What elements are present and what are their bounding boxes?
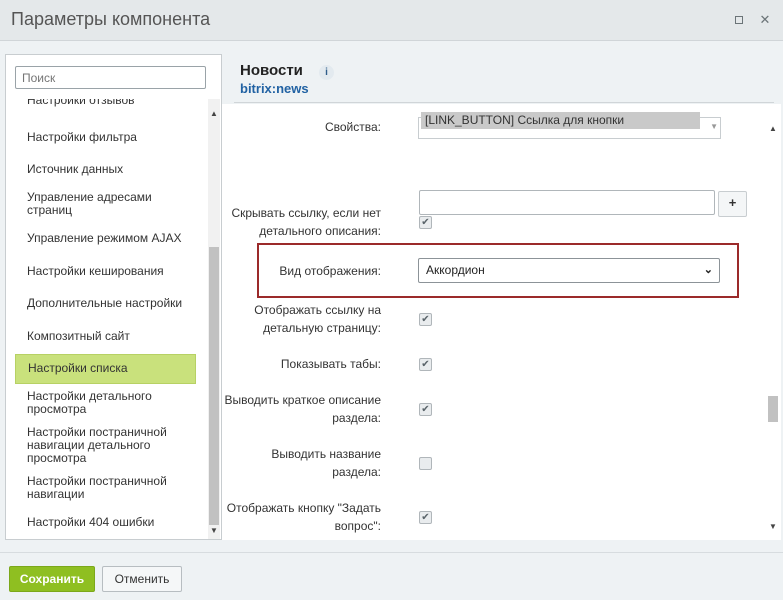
sidebar-item-filter[interactable]: Настройки фильтра xyxy=(15,131,196,144)
info-icon[interactable]: i xyxy=(319,65,334,80)
divider xyxy=(234,102,774,103)
sidebar-item-404[interactable]: Настройки 404 ошибки xyxy=(15,516,196,529)
sidebar-list: Настройки отзывов Настройки фильтра Исто… xyxy=(6,99,206,539)
show-ask-button-label: Отображать кнопку "Задать вопрос": xyxy=(226,501,381,533)
close-icon[interactable]: ✕ xyxy=(759,13,771,26)
sidebar-item-list-settings[interactable]: Настройки списка xyxy=(15,354,196,384)
sidebar-item-data-source[interactable]: Источник данных xyxy=(15,163,196,176)
show-tabs-label: Показывать табы: xyxy=(280,357,381,371)
view-mode-value: Аккордион xyxy=(426,263,485,277)
hide-link-label: Скрывать ссылку, если нет детального опи… xyxy=(231,206,381,238)
show-detail-link-label: Отображать ссылку на детальную страницу: xyxy=(254,303,381,335)
show-ask-button-checkbox[interactable]: ✔ xyxy=(419,511,432,524)
show-section-name-checkbox[interactable] xyxy=(419,457,432,470)
scrollbar-thumb[interactable] xyxy=(768,396,778,422)
dialog-title: Параметры компонента xyxy=(11,9,211,29)
sidebar-item-pagination[interactable]: Настройки постраничной навигации xyxy=(15,475,196,501)
scroll-up-icon[interactable]: ▲ xyxy=(210,109,218,118)
save-button[interactable]: Сохранить xyxy=(9,566,95,592)
chevron-down-icon: ▼ xyxy=(710,122,718,131)
add-property-button[interactable]: + xyxy=(718,191,747,217)
scrollbar-thumb[interactable] xyxy=(209,247,219,525)
dialog-footer: Сохранить Отменить xyxy=(0,552,783,600)
properties-multiselect[interactable]: [LINK_BUTTON] Ссылка для кнопки ▼ xyxy=(418,112,721,139)
main-panel: Новости i bitrix:news Свойства: [LINK_BU… xyxy=(222,54,783,540)
component-params-dialog: Параметры компонента ✕ Настройки отзывов… xyxy=(0,0,783,600)
cancel-button[interactable]: Отменить xyxy=(102,566,182,592)
sidebar-item-ajax[interactable]: Управление режимом AJAX xyxy=(15,232,196,245)
form-scrollbar[interactable]: ▲ ▼ xyxy=(765,104,781,540)
sidebar-item-detail-view[interactable]: Настройки детального просмотра xyxy=(15,390,196,416)
sidebar-item-additional[interactable]: Дополнительные настройки xyxy=(15,297,196,310)
params-form: Свойства: [LINK_BUTTON] Ссылка для кнопк… xyxy=(222,104,767,540)
sidebar-scrollbar[interactable]: ▲ ▼ xyxy=(208,99,220,539)
component-title: Новости xyxy=(240,62,303,79)
sidebar-item-page-urls[interactable]: Управление адресами страниц xyxy=(15,191,196,217)
chevron-down-icon: ⌄ xyxy=(703,264,713,276)
scroll-down-icon[interactable]: ▼ xyxy=(210,526,218,535)
scroll-down-icon[interactable]: ▼ xyxy=(769,522,777,531)
show-section-desc-label: Выводить краткое описание раздела: xyxy=(224,393,381,425)
scroll-up-icon[interactable]: ▲ xyxy=(769,124,777,133)
show-detail-link-checkbox[interactable]: ✔ xyxy=(419,313,432,326)
view-mode-label: Вид отображения: xyxy=(279,264,381,278)
sidebar-item-reviews[interactable]: Настройки отзывов xyxy=(15,99,196,107)
show-section-name-label: Выводить название раздела: xyxy=(271,447,381,479)
maximize-icon[interactable] xyxy=(733,14,745,26)
component-code: bitrix:news xyxy=(240,81,309,96)
show-tabs-checkbox[interactable]: ✔ xyxy=(419,358,432,371)
sidebar-item-cache[interactable]: Настройки кеширования xyxy=(15,265,196,278)
sidebar: Настройки отзывов Настройки фильтра Исто… xyxy=(5,54,222,540)
show-section-desc-checkbox[interactable]: ✔ xyxy=(419,403,432,416)
properties-label: Свойства: xyxy=(324,120,381,134)
sidebar-item-composite[interactable]: Композитный сайт xyxy=(15,330,196,343)
hide-link-checkbox[interactable]: ✔ xyxy=(419,216,432,229)
properties-option-selected[interactable]: [LINK_BUTTON] Ссылка для кнопки xyxy=(421,112,700,129)
view-mode-select[interactable]: Аккордион ⌄ xyxy=(418,258,720,283)
search-input[interactable] xyxy=(15,66,206,89)
title-bar[interactable]: Параметры компонента ✕ xyxy=(0,0,783,41)
sidebar-item-detail-pagination[interactable]: Настройки постраничной навигации детальн… xyxy=(15,426,196,465)
property-text-input[interactable] xyxy=(419,190,715,215)
